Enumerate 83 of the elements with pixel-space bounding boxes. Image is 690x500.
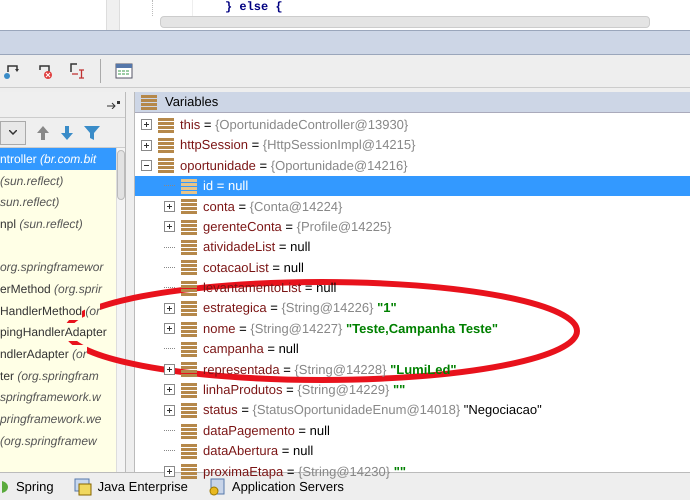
variable-icon <box>181 402 197 418</box>
stack-frame[interactable]: (sun.reflect) <box>0 170 116 192</box>
variable-text: this = {OportunidadeController@13930} <box>180 116 408 134</box>
variable-icon <box>181 218 197 235</box>
variable-row[interactable]: linhaProdutos = {String@14229} "" <box>135 380 690 400</box>
variable-text: cotacaoList = null <box>203 258 304 277</box>
variable-icon <box>181 340 197 357</box>
variable-row[interactable]: this = {OportunidadeController@13930} <box>135 114 690 135</box>
variable-icon <box>158 116 174 133</box>
stack-frame[interactable]: sun.reflect) <box>0 191 116 214</box>
variable-row[interactable]: campanha = null <box>135 338 690 360</box>
variable-row[interactable]: dataAbertura = null <box>135 440 690 462</box>
editor-gutter <box>106 0 120 30</box>
variable-text: dataAbertura = null <box>203 442 314 460</box>
java-ee-icon <box>74 478 92 496</box>
variable-row[interactable]: cotacaoList = null <box>135 257 690 278</box>
variable-text: campanha = null <box>203 340 299 358</box>
expand-toggle[interactable] <box>164 221 175 232</box>
collapse-toggle[interactable] <box>141 160 152 171</box>
variable-row[interactable]: oportunidade = {Oportunidade@14216} <box>135 155 690 176</box>
variable-icon <box>141 94 157 110</box>
variable-text: oportunidade = {Oportunidade@14216} <box>180 156 408 175</box>
variable-row[interactable]: atividadeList = null <box>135 236 690 258</box>
variable-icon <box>181 178 197 194</box>
variable-text: gerenteConta = {Profile@14225} <box>203 218 392 236</box>
tool-window-tab[interactable]: Java Enterprise <box>74 476 188 496</box>
variable-text: httpSession = {HttpSessionImpl@14215} <box>180 136 416 154</box>
variable-icon <box>181 259 197 276</box>
variable-row[interactable]: nome = {String@14227} "Teste,Campanha Teste" <box>135 318 690 339</box>
variable-text: estrategica = {String@14226} "1" <box>203 299 397 318</box>
thread-dropdown[interactable] <box>0 120 26 144</box>
expand-toggle[interactable] <box>141 140 152 151</box>
variable-icon <box>181 442 197 459</box>
variable-row[interactable]: status = {StatusOportunidadeEnum@14018} "Negociacao" <box>135 400 690 420</box>
chevron-down-icon <box>9 130 17 135</box>
stack-frame[interactable]: npl (sun.reflect) <box>0 213 116 235</box>
expand-toggle[interactable] <box>164 364 175 375</box>
expand-toggle[interactable] <box>164 302 175 314</box>
filter-icon[interactable] <box>84 124 100 140</box>
step-cursor-icon[interactable] <box>68 62 86 80</box>
variable-row[interactable]: representada = {String@14228} "LumiLed" <box>135 359 690 380</box>
expand-toggle[interactable] <box>164 384 175 396</box>
variable-text: representada = {String@14228} "LumiLed" <box>203 360 457 379</box>
variable-text: linhaProdutos = {String@14229} "" <box>203 381 406 400</box>
variable-icon <box>181 280 197 296</box>
table-icon[interactable] <box>115 63 133 79</box>
variables-title: Variables <box>165 93 218 111</box>
variable-text: conta = {Conta@14224} <box>203 198 342 216</box>
vertical-scrollbar[interactable] <box>116 148 125 472</box>
variable-icon <box>158 137 174 154</box>
variable-text: dataPagemento = null <box>203 422 330 440</box>
tool-window-tab[interactable]: Spring <box>2 476 54 496</box>
variable-icon <box>181 422 197 439</box>
horizontal-scrollbar[interactable] <box>160 16 650 28</box>
expand-toggle[interactable] <box>164 323 175 334</box>
variable-row[interactable]: dataPagemento = null <box>135 420 690 441</box>
arrow-down-icon[interactable] <box>60 124 74 140</box>
variable-icon <box>181 300 197 316</box>
expand-toggle[interactable] <box>164 404 175 416</box>
arrow-up-icon[interactable] <box>36 124 50 140</box>
variable-row[interactable]: conta = {Conta@14224} <box>135 196 690 216</box>
expand-toggle[interactable] <box>164 200 175 212</box>
variable-icon <box>181 361 197 378</box>
variable-row[interactable]: estrategica = {String@14226} "1" <box>135 298 690 318</box>
variable-icon <box>181 198 197 214</box>
leaf-icon <box>2 478 10 494</box>
variable-text: status = {StatusOportunidadeEnum@14018} "Negociacao" <box>203 401 542 420</box>
variable-text: nome = {String@14227} "Teste,Campanha Teste" <box>203 320 498 338</box>
variable-text: atividadeList = null <box>203 238 310 256</box>
variable-icon <box>181 382 197 398</box>
stack-frame[interactable]: erMethod (org.sprir <box>0 278 116 300</box>
variable-icon <box>181 239 197 256</box>
variable-icon <box>181 463 197 480</box>
pin-icon[interactable] <box>107 100 121 108</box>
variable-icon <box>181 320 197 337</box>
code-line: } else { <box>224 0 283 16</box>
variable-row[interactable]: gerenteConta = {Profile@14225} <box>135 216 690 237</box>
expand-toggle[interactable] <box>164 466 175 477</box>
variable-row[interactable]: httpSession = {HttpSessionImpl@14215} <box>135 134 690 156</box>
expand-toggle[interactable] <box>141 119 152 130</box>
variable-icon <box>158 157 174 174</box>
variable-text: id = null <box>203 177 248 196</box>
server-icon <box>208 478 226 496</box>
